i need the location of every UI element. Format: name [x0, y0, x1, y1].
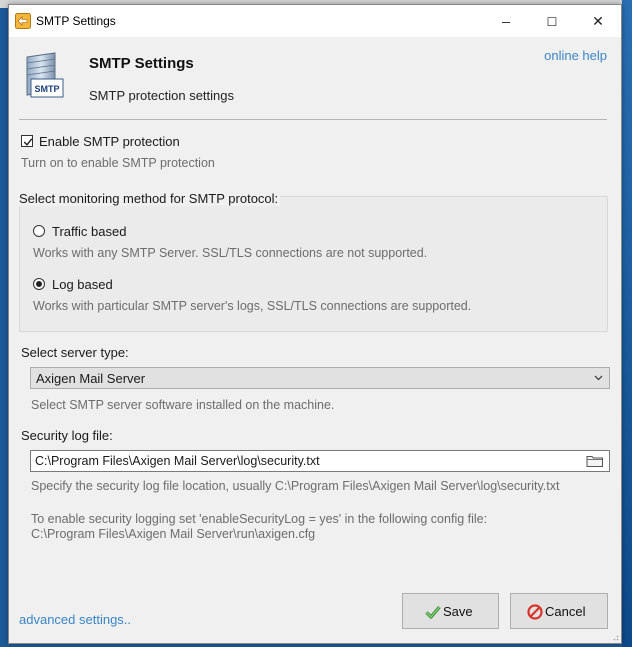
online-help-link[interactable]: online help — [544, 48, 607, 63]
server-type-selected-value: Axigen Mail Server — [36, 371, 146, 386]
checkmark-icon — [425, 605, 441, 619]
security-log-label: Security log file: — [21, 428, 113, 443]
radio-dot — [36, 281, 42, 287]
maximize-icon: ☐ — [546, 15, 558, 29]
maximize-button[interactable]: ☐ — [529, 5, 575, 37]
radio-selected-icon[interactable] — [33, 278, 45, 290]
security-log-input[interactable]: C:\Program Files\Axigen Mail Server\log\… — [30, 450, 610, 472]
log-based-hint: Works with particular SMTP server's logs… — [33, 299, 472, 313]
page-subtitle: SMTP protection settings — [89, 88, 234, 103]
cancel-button[interactable]: Cancel — [510, 593, 608, 629]
monitoring-method-title: Select monitoring method for SMTP protoc… — [19, 191, 281, 206]
close-button[interactable]: ✕ — [575, 5, 621, 37]
enable-smtp-protection-hint: Turn on to enable SMTP protection — [21, 156, 215, 170]
header-divider — [19, 119, 607, 120]
radio-log-based-label[interactable]: Log based — [52, 277, 113, 292]
server-type-select[interactable]: Axigen Mail Server — [30, 367, 610, 389]
security-log-hint: Specify the security log file location, … — [31, 479, 560, 493]
minimize-button[interactable]: – — [483, 5, 529, 37]
save-button[interactable]: Save — [402, 593, 499, 629]
security-logging-note-line2: C:\Program Files\Axigen Mail Server\run\… — [31, 527, 316, 541]
save-button-label: Save — [443, 604, 473, 619]
resize-grip-icon[interactable] — [611, 633, 619, 641]
advanced-settings-link[interactable]: advanced settings.. — [19, 612, 131, 627]
page-title: SMTP Settings — [89, 55, 194, 72]
smtp-settings-dialog: SMTP Settings – ☐ ✕ SMTP SMTP Settings S… — [8, 4, 622, 644]
desktop-background-right — [622, 0, 632, 647]
close-icon: ✕ — [592, 13, 604, 29]
app-icon — [15, 13, 31, 29]
security-logging-note: To enable security logging set 'enableSe… — [31, 512, 487, 542]
minimize-icon: – — [502, 13, 510, 29]
cancel-icon — [527, 604, 543, 620]
enable-smtp-protection-label[interactable]: Enable SMTP protection — [39, 134, 180, 149]
security-log-value: C:\Program Files\Axigen Mail Server\log\… — [35, 454, 320, 468]
security-logging-note-line1: To enable security logging set 'enableSe… — [31, 512, 488, 526]
folder-icon[interactable] — [586, 454, 604, 468]
svg-text:SMTP: SMTP — [34, 84, 59, 94]
server-type-hint: Select SMTP server software installed on… — [31, 398, 335, 412]
radio-unselected-icon[interactable] — [33, 225, 45, 237]
window-title: SMTP Settings — [36, 14, 116, 28]
radio-traffic-based-label[interactable]: Traffic based — [52, 224, 126, 239]
chevron-down-icon — [594, 375, 603, 381]
checkbox-checked-icon[interactable] — [21, 135, 33, 147]
traffic-based-hint: Works with any SMTP Server. SSL/TLS conn… — [33, 246, 428, 260]
cancel-button-label: Cancel — [545, 604, 586, 619]
smtp-server-icon: SMTP — [26, 52, 64, 98]
title-bar[interactable]: SMTP Settings – ☐ ✕ — [9, 5, 621, 37]
server-type-label: Select server type: — [21, 345, 129, 360]
